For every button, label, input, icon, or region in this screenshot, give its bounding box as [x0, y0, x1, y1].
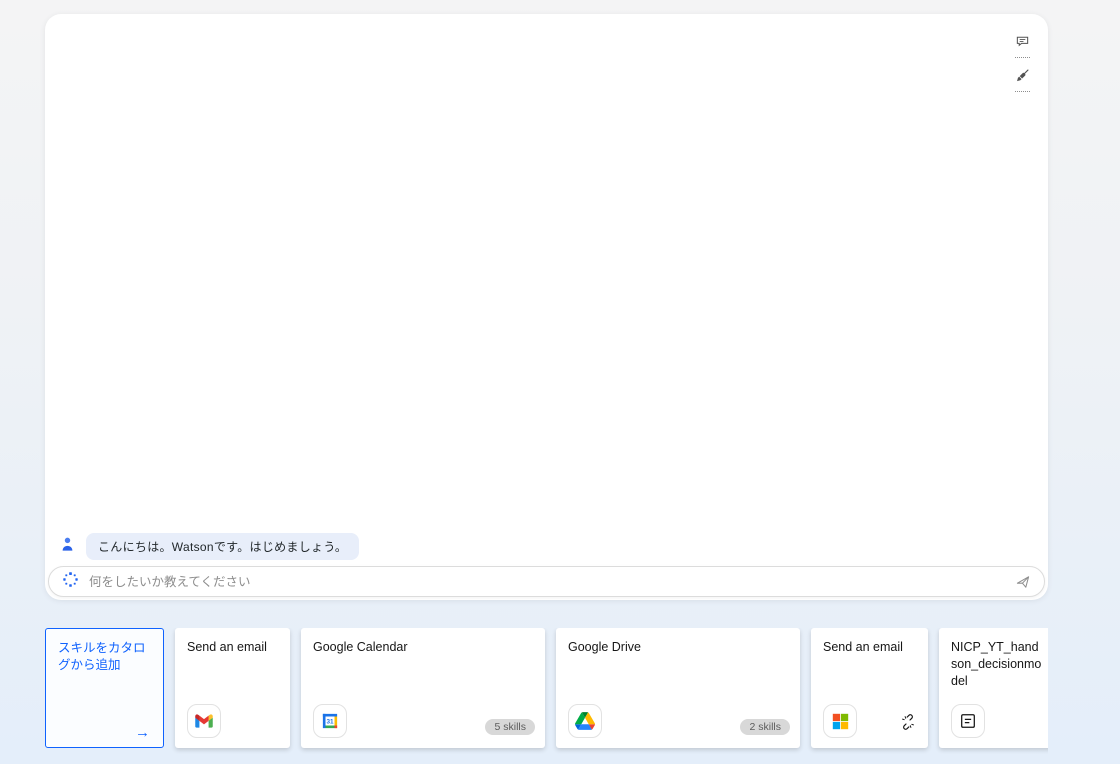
unlink-icon [900, 714, 916, 730]
bot-message-row: こんにちは。Watsonです。はじめましょう。 [60, 533, 359, 560]
skill-card-title: Google Drive [556, 628, 800, 656]
chat-input[interactable] [89, 575, 1005, 589]
document-icon [951, 704, 985, 738]
watson-avatar [60, 536, 75, 558]
skill-card-google-calendar[interactable]: Google Calendar 31 5 skills [301, 628, 545, 748]
send-button[interactable] [1015, 574, 1031, 590]
microsoft-icon [823, 704, 857, 738]
skill-card-send-email-gmail[interactable]: Send an email [175, 628, 290, 748]
watsonx-sparkle-icon [62, 571, 79, 593]
add-skills-from-catalog-card[interactable]: スキルをカタログから追加 → [45, 628, 164, 748]
gmail-icon [187, 704, 221, 738]
skills-carousel: スキルをカタログから追加 → Send an email Google Cale… [45, 628, 1048, 754]
restart-chat-button[interactable] [1015, 34, 1030, 58]
skill-card-title: Send an email [175, 628, 290, 656]
add-skills-label: スキルをカタログから追加 [46, 629, 163, 674]
skill-card-title: NICP_YT_handson_decisionmodel [939, 628, 1048, 690]
chat-panel: こんにちは。Watsonです。はじめましょう。 [45, 14, 1048, 600]
google-drive-icon [568, 704, 602, 738]
skills-count-badge: 5 skills [485, 719, 535, 735]
broom-clear-icon [1015, 68, 1030, 88]
skill-card-send-email-microsoft[interactable]: Send an email [811, 628, 928, 748]
clear-chat-button[interactable] [1015, 68, 1030, 92]
skill-card-google-drive[interactable]: Google Drive 2 skills [556, 628, 800, 748]
send-paper-plane-icon [1015, 574, 1031, 590]
chat-toolbar [1015, 34, 1030, 92]
chat-restart-icon [1015, 34, 1030, 54]
skill-card-title: Send an email [811, 628, 928, 656]
bot-message-bubble: こんにちは。Watsonです。はじめましょう。 [86, 533, 359, 560]
skill-card-title: Google Calendar [301, 628, 545, 656]
svg-text:31: 31 [326, 719, 334, 726]
skill-card-nicp-decisionmodel[interactable]: NICP_YT_handson_decisionmodel [939, 628, 1048, 748]
skills-count-badge: 2 skills [740, 719, 790, 735]
google-calendar-icon: 31 [313, 704, 347, 738]
arrow-right-icon: → [135, 724, 150, 741]
chat-input-bar [48, 566, 1045, 597]
